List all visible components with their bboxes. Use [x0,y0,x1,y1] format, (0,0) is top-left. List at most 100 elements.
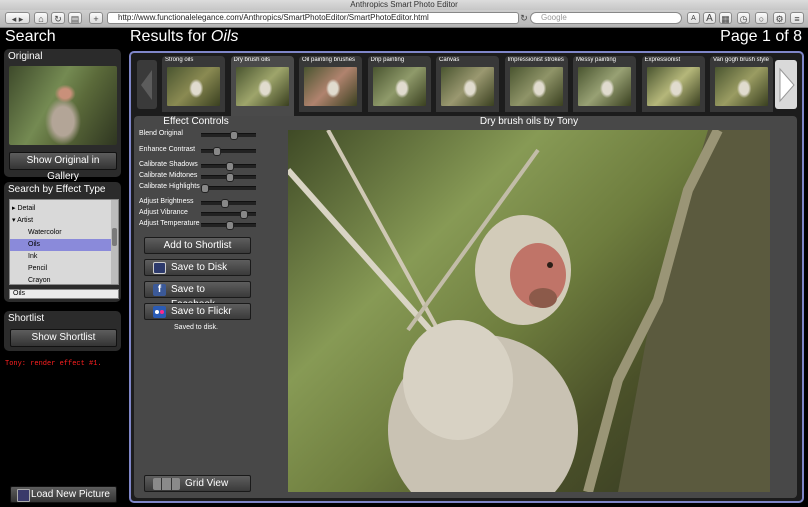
results-prefix: Results for [130,28,207,45]
effect-slider[interactable] [201,184,256,193]
slider-knob[interactable] [225,221,234,230]
save-disk-button[interactable]: Save to Disk [144,259,251,276]
tree-item[interactable]: Ink [10,251,118,263]
effect-thumbnail[interactable]: Dry brush oils [230,56,294,118]
thumbnail-label: Van gogh brush style [713,57,769,63]
save-facebook-button[interactable]: f Save to Facebook [144,281,251,310]
effect-slider[interactable] [201,173,256,182]
slider-knob[interactable] [201,184,209,193]
effect-thumbnail[interactable]: Expressionist [641,56,705,112]
grid-icon [153,478,180,490]
effect-type-panel: Search by Effect Type ▸ Detail ▾ Artist Wa… [4,182,121,302]
effect-thumbnail[interactable]: Canvas [436,56,499,112]
tree-scroll-thumb[interactable] [112,228,117,246]
tree-item-label: Artist [17,217,34,224]
load-picture-button[interactable]: Load New Picture [10,486,117,503]
thumbnail-label: Strong oils [165,57,194,63]
search-heading: Search [5,28,56,45]
thumbnail-image [304,67,357,106]
tree-item-label: Detail [17,205,36,212]
tree-item[interactable]: ▾ Artist [10,215,114,227]
effect-thumbnail[interactable]: Messy painting [573,56,636,112]
slider-label: Enhance Contrast [139,146,196,153]
effect-slider[interactable] [201,199,256,208]
menu-icon[interactable]: ≡ [790,12,804,24]
effect-slider[interactable] [201,147,256,156]
bookmark-list-icon[interactable]: ▦ [719,12,732,24]
original-panel: Original Show Original in Gallery [4,49,121,182]
tree-item[interactable]: Crayon [10,275,118,284]
original-photo [9,66,117,145]
results-query: Oils [210,28,239,45]
slider-knob[interactable] [230,131,239,140]
log-text: Tony: render effect #1. [5,360,102,368]
effect-controls-title: Effect Controls [163,116,229,127]
save-flickr-button[interactable]: Save to Flickr [144,303,251,320]
add-shortlist-button[interactable]: Add to Shortlist [144,237,251,254]
show-original-button[interactable]: Show Original in Gallery [9,152,117,182]
text-larger-button[interactable]: A [703,12,716,24]
url-reload-icon[interactable]: ↻ [519,12,529,24]
reload-icon[interactable]: ↻ [51,12,65,24]
tree-item[interactable]: Oils [10,239,118,251]
chevron-left-icon [141,70,152,100]
address-bar[interactable]: http://www.functionalelegance.com/Anthro… [107,12,519,24]
window-title: Anthropics Smart Photo Editor [0,0,808,10]
back-forward-buttons[interactable]: ◂ ▸ [5,12,30,24]
effect-thumbnail[interactable]: Impressionist strokes [504,56,568,112]
preview-caption: Dry brush oils by Tony [479,116,579,127]
effect-slider[interactable] [201,162,256,171]
effect-type-title: Search by Effect Type [8,184,106,195]
text-smaller-button[interactable]: A [687,12,700,24]
next-page-button[interactable] [775,60,797,109]
page-indicator: Page 1 of 8 [720,28,802,45]
thumbnail-image [578,67,631,106]
effect-thumbnail[interactable]: Van gogh brush style [710,56,773,112]
tree-item[interactable]: Watercolor [10,227,118,239]
tree-item[interactable]: Pencil [10,263,118,275]
effect-thumbnail[interactable]: Oil painting brushes [299,56,362,112]
effect-tree: ▸ Detail ▾ Artist Watercolor Oils Ink Pencil C… [9,199,119,285]
add-bookmark-icon[interactable]: + [89,12,103,24]
slider-knob[interactable] [240,210,249,219]
settings-icon[interactable]: ⚙ [773,12,786,24]
original-title: Original [8,51,43,62]
slider-knob[interactable] [225,162,234,171]
effect-thumbnail[interactable]: Strong oils [162,56,225,112]
effect-slider[interactable] [201,131,256,140]
stop-icon[interactable]: ○ [755,12,768,24]
tree-scrollbar[interactable] [111,200,118,284]
slider-label: Calibrate Shadows [139,161,198,168]
effect-thumbnail[interactable]: Drip painting [367,56,431,112]
bookmarks-icon[interactable]: ▤ [68,12,82,24]
chevron-right-icon [779,67,795,103]
thumbnail-image [646,67,700,106]
slider-knob[interactable] [213,147,222,156]
history-icon[interactable]: ◷ [737,12,750,24]
grid-view-button[interactable]: Grid View [144,475,251,492]
thumbnail-label: Expressionist [644,57,681,63]
search-input[interactable]: Google [530,12,682,24]
effect-slider[interactable] [201,221,256,230]
prev-page-button[interactable] [137,60,157,109]
tree-item-label: Crayon [28,277,51,284]
effect-slider[interactable] [201,210,256,219]
floppy-disk-icon [153,262,166,274]
tree-item-label: Pencil [28,265,48,272]
slider-knob[interactable] [225,173,234,182]
slider-label: Adjust Brightness [139,198,194,205]
flickr-icon [153,306,166,318]
thumbnail-image [509,67,563,106]
slider-label: Calibrate Midtones [139,172,198,179]
selected-effect-field[interactable]: Oils [9,289,119,299]
thumbnail-label: Dry brush oils [233,57,271,63]
preview-image [288,130,770,492]
tree-item[interactable]: ▸ Detail [10,203,114,215]
show-shortlist-button[interactable]: Show Shortlist [10,329,117,347]
monkey-painting [288,130,770,492]
shortlist-panel: Shortlist Show Shortlist [4,311,121,351]
save-status: Saved to disk. [174,324,218,331]
slider-knob[interactable] [220,199,229,208]
home-icon[interactable]: ⌂ [34,12,48,24]
slider-label: Adjust Vibrance [139,209,188,216]
